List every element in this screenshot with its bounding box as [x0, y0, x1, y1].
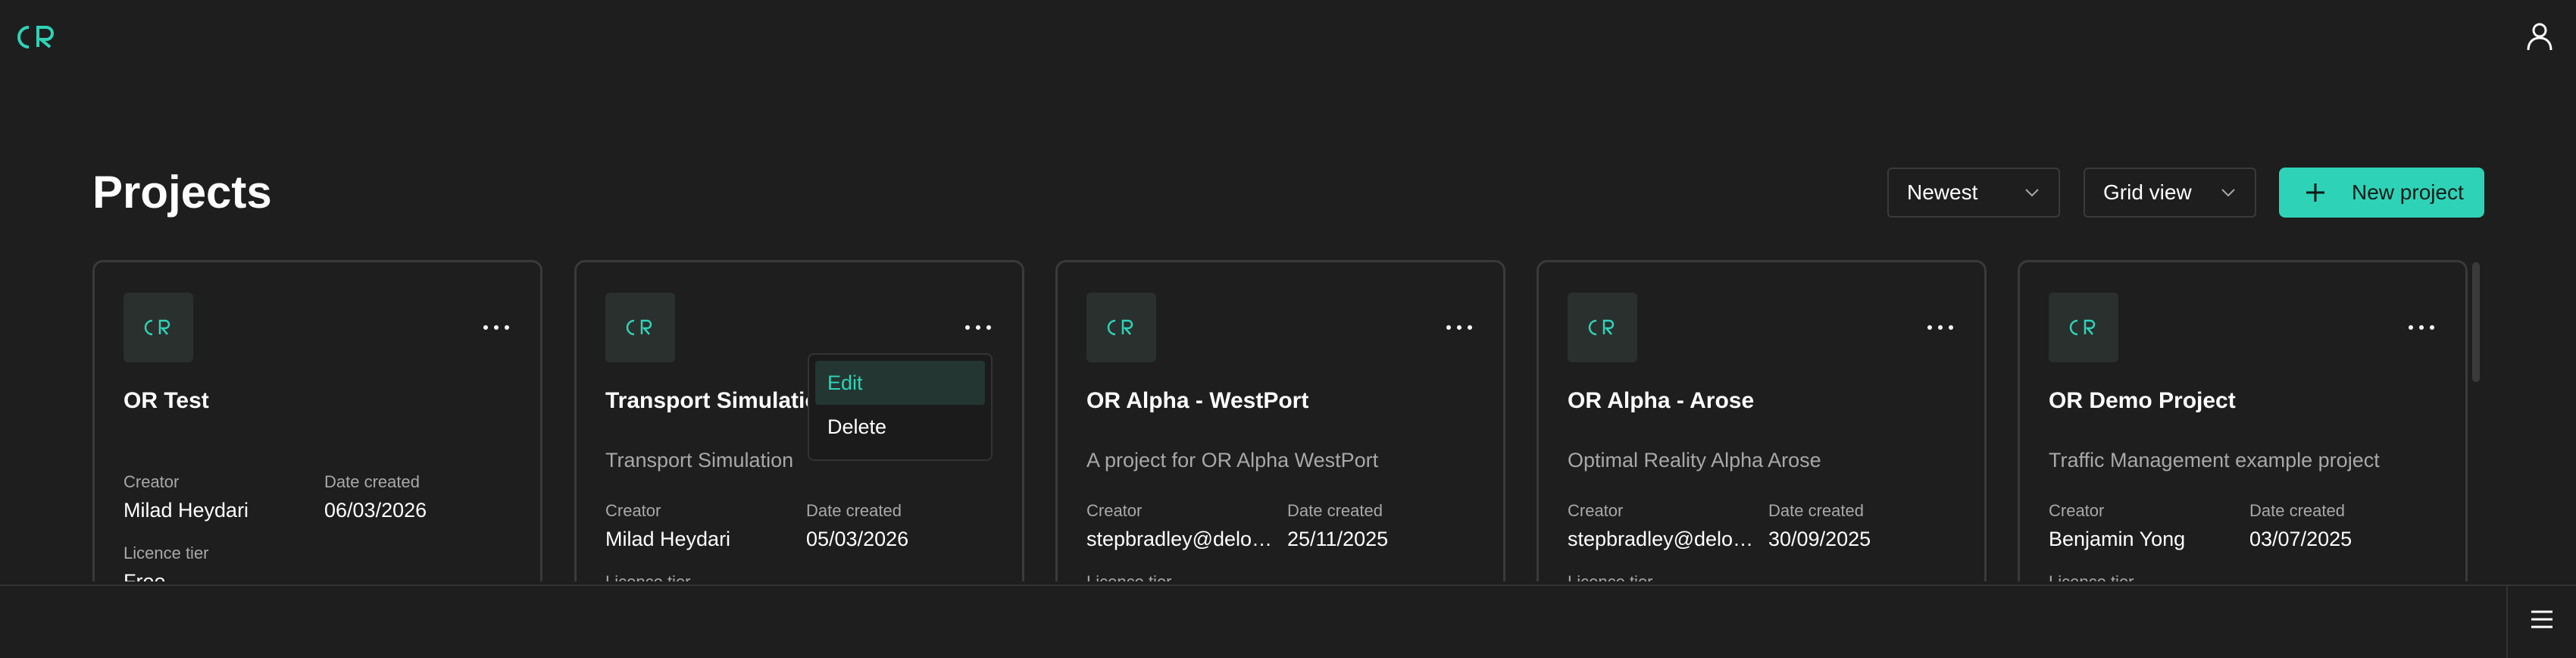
creator-label: Creator	[605, 501, 661, 520]
scrollbar-thumb[interactable]	[2472, 262, 2480, 382]
project-card[interactable]: OR Test Creator Milad Heydari Date creat…	[92, 260, 542, 581]
date-label: Date created	[2249, 501, 2345, 520]
project-description: A project for OR Alpha WestPort	[1086, 449, 1379, 472]
bottom-bar	[0, 584, 2576, 658]
licence-tier-label: Licence tier	[123, 544, 209, 562]
project-logo-icon	[2049, 293, 2118, 362]
top-bar	[0, 0, 2576, 76]
project-logo-icon	[123, 293, 193, 362]
page-title: Projects	[92, 167, 272, 218]
hamburger-menu-icon[interactable]	[2530, 607, 2554, 631]
creator-value: Milad Heydari	[123, 499, 249, 522]
creator-label: Creator	[1086, 501, 1143, 520]
date-field: Date created 30/09/2025	[1768, 500, 1958, 552]
more-options-icon[interactable]	[963, 320, 993, 335]
date-field: Date created 05/03/2026	[806, 500, 996, 552]
more-options-icon[interactable]	[2406, 320, 2437, 335]
licence-tier-field: Licence tier Free	[123, 543, 313, 581]
project-title[interactable]: OR Test	[123, 388, 209, 414]
date-field: Date created 25/11/2025	[1287, 500, 1477, 552]
creator-field: Creator Milad Heydari	[605, 500, 795, 552]
date-value: 30/09/2025	[1768, 528, 1871, 550]
more-options-icon[interactable]	[1925, 320, 1955, 335]
licence-tier-label: Licence tier	[605, 572, 795, 581]
footer-divider	[2506, 586, 2508, 658]
chevron-down-icon	[2025, 189, 2039, 197]
creator-field: Creator stepbradley@deloitte.com.au	[1086, 500, 1276, 552]
or-logo-icon[interactable]	[12, 23, 58, 52]
plus-icon	[2306, 183, 2324, 202]
project-description: Traffic Management example project	[2049, 449, 2380, 472]
sort-select[interactable]: Newest	[1887, 168, 2060, 218]
creator-field: Creator Benjamin Yong	[2049, 500, 2238, 552]
project-card[interactable]: OR Alpha - Arose Optimal Reality Alpha A…	[1537, 260, 1987, 581]
project-description: Transport Simulation	[605, 449, 794, 472]
licence-tier-label: Licence tier	[1086, 572, 1276, 581]
date-label: Date created	[806, 501, 902, 520]
date-label: Date created	[1287, 501, 1383, 520]
chevron-down-icon	[2221, 189, 2235, 197]
creator-value: Benjamin Yong	[2049, 528, 2186, 550]
date-field: Date created 03/07/2025	[2249, 500, 2439, 552]
project-title[interactable]: Transport Simulation	[605, 388, 833, 414]
more-options-icon[interactable]	[1444, 320, 1474, 335]
project-logo-icon	[1086, 293, 1156, 362]
user-icon[interactable]	[2524, 21, 2555, 52]
more-options-icon[interactable]	[481, 320, 511, 335]
creator-label: Creator	[1568, 501, 1624, 520]
project-card[interactable]: OR Demo Project Traffic Management examp…	[2018, 260, 2468, 581]
sort-select-label: Newest	[1907, 180, 1978, 204]
project-grid: OR Test Creator Milad Heydari Date creat…	[92, 260, 2471, 581]
project-card[interactable]: OR Alpha - WestPort A project for OR Alp…	[1055, 260, 1505, 581]
project-logo-icon	[1568, 293, 1637, 362]
creator-value: stepbradley@deloitte.com.au	[1568, 528, 1757, 550]
date-label: Date created	[324, 472, 420, 491]
date-value: 03/07/2025	[2249, 528, 2352, 550]
licence-tier-field: Licence tier	[1086, 572, 1276, 581]
date-label: Date created	[1768, 501, 1864, 520]
new-project-button[interactable]: New project	[2279, 168, 2484, 218]
creator-value: Milad Heydari	[605, 528, 731, 550]
view-select-label: Grid view	[2103, 180, 2192, 204]
date-field: Date created 06/03/2026	[324, 472, 514, 523]
project-title[interactable]: OR Alpha - Arose	[1568, 388, 1754, 414]
project-title[interactable]: OR Alpha - WestPort	[1086, 388, 1308, 414]
creator-label: Creator	[2049, 501, 2105, 520]
licence-tier-field: Licence tier	[2049, 572, 2238, 581]
licence-tier-label: Licence tier	[2049, 572, 2238, 581]
licence-tier-field: Licence tier	[1568, 572, 1757, 581]
creator-field: Creator stepbradley@deloitte.com.au	[1568, 500, 1757, 552]
project-context-menu: Edit Delete	[808, 353, 993, 461]
edit-menu-item[interactable]: Edit	[815, 361, 985, 405]
licence-tier-field: Licence tier	[605, 572, 795, 581]
creator-label: Creator	[123, 472, 180, 491]
creator-field: Creator Milad Heydari	[123, 472, 313, 523]
licence-tier-label: Licence tier	[1568, 572, 1757, 581]
licence-tier-value: Free	[123, 570, 166, 581]
project-title[interactable]: OR Demo Project	[2049, 388, 2236, 414]
new-project-label: New project	[2352, 180, 2464, 204]
date-value: 05/03/2026	[806, 528, 909, 550]
project-logo-icon	[605, 293, 675, 362]
date-value: 25/11/2025	[1287, 528, 1389, 550]
view-select[interactable]: Grid view	[2084, 168, 2256, 218]
project-description: Optimal Reality Alpha Arose	[1568, 449, 1821, 472]
date-value: 06/03/2026	[324, 499, 427, 522]
delete-menu-item[interactable]: Delete	[815, 405, 985, 449]
creator-value: stepbradley@deloitte.com.au	[1086, 528, 1276, 550]
